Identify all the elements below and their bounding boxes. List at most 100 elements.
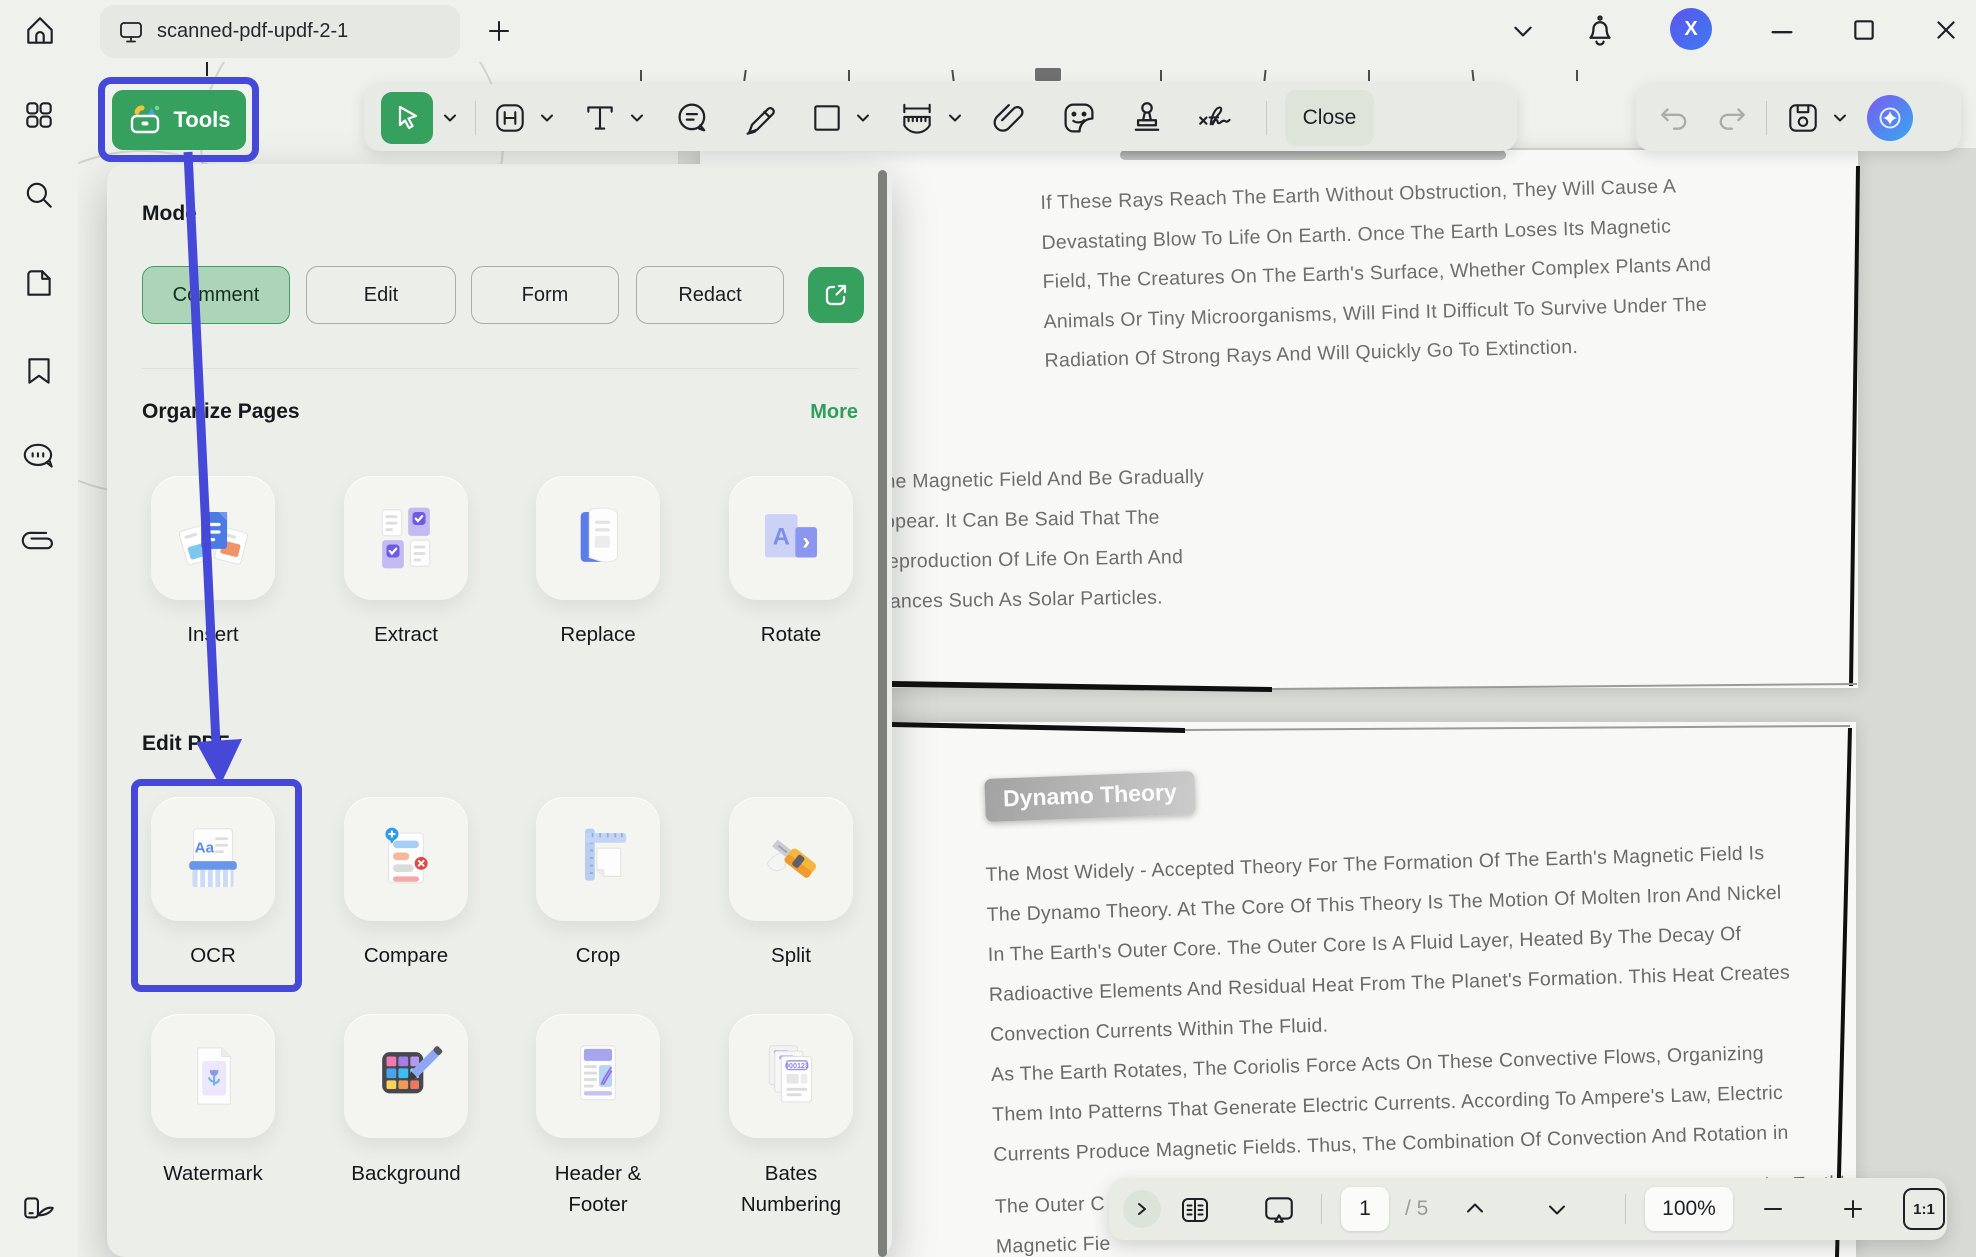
actual-size-button[interactable]: 1:1: [1903, 1188, 1945, 1230]
split-illustration-icon: [752, 820, 830, 898]
page-edge-tick: [1576, 70, 1578, 81]
zoom-level-value: 100%: [1662, 1197, 1716, 1221]
paperclip-icon: [992, 99, 1030, 137]
text-tool-dropdown[interactable]: [628, 109, 646, 127]
square-icon: [810, 101, 844, 135]
bookmark-icon: [22, 354, 56, 388]
undo-button[interactable]: [1658, 102, 1690, 134]
tile-label-background: Background: [321, 1158, 491, 1189]
shape-tool-dropdown[interactable]: [854, 109, 872, 127]
presentation-button[interactable]: [1261, 1192, 1297, 1228]
tools-highlight-box: [98, 77, 259, 162]
text-tool-button[interactable]: [582, 100, 618, 136]
zoom-out-button[interactable]: [1757, 1194, 1789, 1224]
chat-dots-icon: [20, 440, 58, 474]
tile-extract[interactable]: [344, 476, 468, 600]
page-total-label: / 5: [1405, 1197, 1428, 1221]
mode-redact-button[interactable]: Redact: [636, 266, 784, 324]
shape-tool-button[interactable]: [810, 101, 844, 135]
select-tool-dropdown[interactable]: [441, 109, 459, 127]
sidebar-bookmarks-button[interactable]: [0, 342, 78, 400]
signature-tool-button[interactable]: [1196, 99, 1238, 137]
chevron-down-icon: [1510, 18, 1536, 44]
tile-watermark[interactable]: [151, 1014, 275, 1138]
tile-background[interactable]: [344, 1014, 468, 1138]
page-edge-tick: [640, 70, 642, 81]
edit-pdf-section-title: Edit PDF: [142, 732, 230, 756]
sidebar-pages-button[interactable]: [0, 254, 78, 312]
attachment-tool-button[interactable]: [992, 99, 1030, 137]
redo-icon: [1716, 102, 1748, 134]
notifications-button[interactable]: [1580, 10, 1620, 52]
home-icon: [23, 14, 57, 48]
tile-rotate[interactable]: A ›: [729, 476, 853, 600]
tile-split[interactable]: [729, 797, 853, 921]
doc-text-line: The Magnetic Field And Be Gradually: [872, 457, 1204, 502]
redo-button[interactable]: [1716, 102, 1748, 134]
page-number-input[interactable]: 1: [1341, 1187, 1389, 1231]
tile-header-footer[interactable]: [536, 1014, 660, 1138]
save-dropdown[interactable]: [1831, 109, 1849, 127]
comment-tool-button[interactable]: [674, 99, 712, 137]
doc-text-line: stances Such As Solar Particles.: [874, 577, 1206, 622]
plus-icon: [484, 16, 514, 46]
sidebar-reader-button[interactable]: [0, 1180, 78, 1238]
watermark-illustration-icon: [174, 1037, 252, 1115]
sidebar-thumbnails-button[interactable]: [0, 86, 78, 144]
sidebar-search-button[interactable]: [0, 166, 78, 224]
minus-icon: [1761, 1197, 1785, 1221]
next-page-button[interactable]: [1541, 1194, 1573, 1224]
page2-heading-chip: Dynamo Theory: [984, 771, 1195, 822]
previous-page-button[interactable]: [1459, 1194, 1491, 1224]
sticker-tool-button[interactable]: [1060, 99, 1098, 137]
tile-insert[interactable]: [151, 476, 275, 600]
highlight-tool-dropdown[interactable]: [538, 109, 556, 127]
measure-tool-dropdown[interactable]: [946, 109, 964, 127]
save-button[interactable]: [1785, 100, 1821, 136]
page-edge-tick: [1368, 70, 1370, 81]
open-in-window-button[interactable]: [808, 267, 864, 323]
sidebar-comments-button[interactable]: [0, 428, 78, 486]
page-icon: [22, 266, 56, 300]
close-window-button[interactable]: [1928, 12, 1964, 48]
highlight-tool-button[interactable]: [492, 100, 528, 136]
toolbar-divider: [1266, 101, 1267, 135]
actual-size-label: 1:1: [1913, 1201, 1935, 1218]
expand-toolbar-button[interactable]: [1123, 1190, 1161, 1228]
page-layout-button[interactable]: [1177, 1192, 1213, 1228]
zoom-level-control[interactable]: 100%: [1645, 1187, 1733, 1231]
measure-tool-button[interactable]: [898, 99, 936, 137]
bell-icon: [1583, 13, 1617, 49]
close-tools-button[interactable]: Close: [1285, 90, 1374, 146]
stamp-tool-button[interactable]: [1128, 99, 1166, 137]
comment-lines-icon: [674, 99, 712, 137]
save-icon: [1785, 100, 1821, 136]
zoom-in-button[interactable]: [1837, 1194, 1869, 1224]
tile-replace[interactable]: [536, 476, 660, 600]
document-tab[interactable]: scanned-pdf-updf-2-1: [100, 5, 460, 58]
organize-more-link[interactable]: More: [810, 401, 858, 424]
maximize-button[interactable]: [1846, 12, 1882, 48]
home-button[interactable]: [14, 6, 66, 56]
pencil-tool-button[interactable]: [742, 99, 780, 137]
page-edge-tick: [1160, 70, 1162, 81]
tile-bates-numbering[interactable]: 000123: [729, 1014, 853, 1138]
sidebar-attachments-button[interactable]: [0, 514, 78, 572]
toolbar-divider: [1625, 1194, 1626, 1224]
select-tool-button[interactable]: [381, 92, 433, 144]
tab-list-button[interactable]: [1506, 14, 1540, 48]
mode-comment-button[interactable]: Comment: [142, 266, 290, 324]
minimize-button[interactable]: [1764, 14, 1800, 48]
account-avatar[interactable]: X: [1670, 8, 1712, 50]
chevron-down-icon: [628, 109, 646, 127]
tile-label-insert: Insert: [128, 619, 298, 650]
mode-edit-button[interactable]: Edit: [306, 266, 456, 324]
mode-form-button[interactable]: Form: [471, 266, 619, 324]
panel-scrollbar[interactable]: [878, 170, 887, 1257]
tile-compare[interactable]: [344, 797, 468, 921]
grid-icon: [22, 98, 56, 132]
new-tab-button[interactable]: [480, 12, 518, 50]
ai-assistant-button[interactable]: [1867, 95, 1913, 141]
rotate-letter: A: [773, 524, 790, 551]
tile-crop[interactable]: [536, 797, 660, 921]
